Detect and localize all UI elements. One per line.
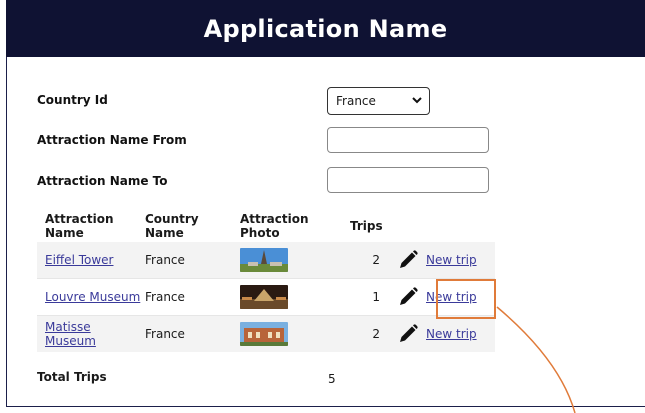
app-header: Application Name <box>6 0 645 57</box>
country-select[interactable]: France <box>327 87 430 115</box>
attraction-to-input[interactable] <box>327 167 489 193</box>
table-row: Matisse Museum France 2 New trip <box>37 316 495 352</box>
trips-cell: 1 <box>372 290 380 304</box>
highlight-box <box>436 279 496 319</box>
attraction-photo <box>240 285 288 309</box>
trips-cell: 2 <box>372 253 380 267</box>
attraction-link[interactable]: Louvre Museum <box>45 290 140 304</box>
attractions-grid: Attraction Name Country Name Attraction … <box>37 210 495 352</box>
attraction-to-label: Attraction Name To <box>37 174 168 188</box>
country-cell: France <box>145 290 185 304</box>
country-cell: France <box>145 327 185 341</box>
table-row: Louvre Museum France 1 New trip <box>37 278 495 316</box>
chevron-down-icon <box>412 97 422 104</box>
new-trip-link[interactable]: New trip <box>426 253 477 267</box>
pencil-icon[interactable] <box>397 323 419 345</box>
new-trip-link[interactable]: New trip <box>426 327 477 341</box>
attraction-from-input[interactable] <box>327 127 489 153</box>
attraction-from-label: Attraction Name From <box>37 133 187 147</box>
trips-cell: 2 <box>372 327 380 341</box>
grid-header: Attraction Name Country Name Attraction … <box>37 210 495 242</box>
column-header-attraction-photo: Attraction Photo <box>240 212 309 240</box>
total-trips-value: 5 <box>328 372 336 386</box>
pencil-icon[interactable] <box>397 286 419 308</box>
column-header-attraction-name: Attraction Name <box>45 212 114 240</box>
attraction-link[interactable]: Eiffel Tower <box>45 253 113 267</box>
attraction-link[interactable]: Matisse Museum <box>45 320 96 348</box>
country-id-label: Country Id <box>37 93 108 107</box>
column-header-trips: Trips <box>350 219 383 233</box>
attraction-photo <box>240 248 288 272</box>
total-trips-label: Total Trips <box>37 370 107 384</box>
country-select-value: France <box>336 94 376 108</box>
table-row: Eiffel Tower France 2 New trip <box>37 242 495 278</box>
column-header-country-name: Country Name <box>145 212 199 240</box>
app-title: Application Name <box>203 14 448 43</box>
pencil-icon[interactable] <box>397 249 419 271</box>
country-cell: France <box>145 253 185 267</box>
attraction-photo <box>240 322 288 346</box>
